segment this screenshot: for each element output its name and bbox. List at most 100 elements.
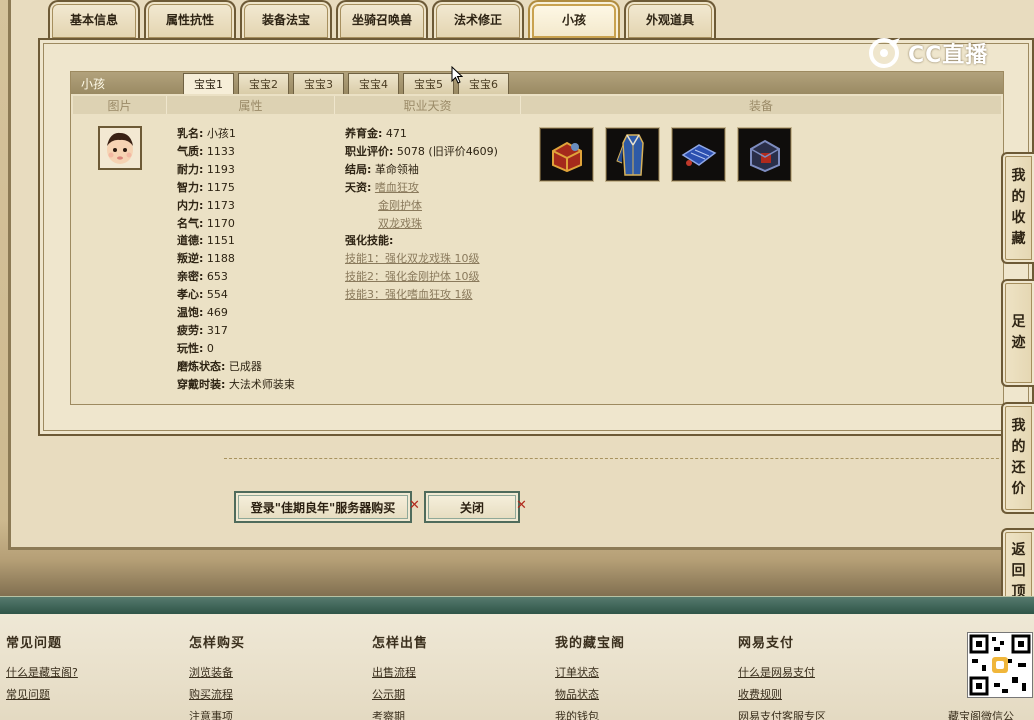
tab-spell-correction[interactable]: 法术修正 bbox=[432, 0, 524, 40]
footer-link[interactable]: 收费规则 bbox=[738, 684, 826, 706]
attr-label: 乳名: bbox=[177, 127, 204, 140]
tab-baby-4[interactable]: 宝宝4 bbox=[348, 73, 399, 94]
attr-label: 穿戴时装: bbox=[177, 377, 226, 391]
career-talent-list: 养育金: 471 职业评价: 5078 (旧评价4609) 结局: 革命领袖 天… bbox=[345, 125, 498, 304]
equipment-slot-4[interactable] bbox=[738, 128, 791, 181]
career-score-label: 职业评价: bbox=[345, 144, 394, 158]
attr-value: 小孩1 bbox=[206, 127, 236, 140]
equipment-slot-1[interactable] bbox=[540, 128, 593, 181]
attr-label: 内力: bbox=[177, 198, 204, 212]
skill-link-3[interactable]: 技能3：强化嗜血狂攻 1级 bbox=[345, 288, 473, 301]
attr-label: 疲劳: bbox=[177, 323, 204, 337]
equipment-slot-3[interactable] bbox=[672, 128, 725, 181]
talent-row: 双龙戏珠 bbox=[345, 215, 498, 233]
skill-link-2[interactable]: 技能2：强化金刚护体 10级 bbox=[345, 270, 480, 283]
attr-label: 孝心: bbox=[177, 288, 204, 302]
attr-value: 554 bbox=[206, 288, 228, 302]
cc-logo-icon bbox=[869, 38, 900, 68]
tab-kid[interactable]: 小孩 bbox=[528, 0, 620, 40]
ending-row: 结局: 革命领袖 bbox=[345, 161, 498, 179]
skill-link-1[interactable]: 技能1：强化双龙戏珠 10级 bbox=[345, 252, 480, 265]
attr-value: 469 bbox=[206, 306, 228, 320]
attr-row: 疲劳: 317 bbox=[177, 322, 295, 340]
footer-link[interactable]: 注意事项 bbox=[189, 706, 245, 720]
login-server-buy-button[interactable]: 登录"佳期良年"服务器购买 bbox=[234, 491, 412, 523]
tab-baby-2[interactable]: 宝宝2 bbox=[238, 73, 289, 94]
skill-row: 技能2：强化金刚护体 10级 bbox=[345, 268, 498, 286]
skill-row: 技能1：强化双龙戏珠 10级 bbox=[345, 250, 498, 268]
raising-label: 养育金: bbox=[345, 127, 383, 140]
attr-label: 温饱: bbox=[177, 306, 204, 320]
footprints-button[interactable]: 足迹 bbox=[1001, 279, 1034, 387]
footer-link[interactable]: 物品状态 bbox=[555, 684, 625, 706]
attr-label: 叛逆: bbox=[177, 252, 204, 266]
tab-baby-1[interactable]: 宝宝1 bbox=[183, 73, 234, 94]
attr-row: 智力: 1175 bbox=[177, 179, 295, 197]
attr-label: 玩性: bbox=[177, 341, 204, 355]
footer-link[interactable]: 购买流程 bbox=[189, 684, 245, 706]
equipment-row bbox=[540, 128, 791, 181]
footer-link[interactable]: 考察期 bbox=[372, 706, 428, 720]
tab-mount-summon[interactable]: 坐骑召唤兽 bbox=[336, 0, 428, 40]
my-offers-button[interactable]: 我的还价 bbox=[1001, 402, 1034, 514]
equipment-slot-2[interactable] bbox=[606, 128, 659, 181]
attr-label: 耐力: bbox=[177, 162, 204, 176]
close-x-icon: ✕ bbox=[516, 498, 527, 513]
attr-row: 气质: 1133 bbox=[177, 143, 295, 161]
tab-appearance-items[interactable]: 外观道具 bbox=[624, 0, 716, 40]
footer-link[interactable]: 出售流程 bbox=[372, 662, 428, 684]
tab-baby-3[interactable]: 宝宝3 bbox=[293, 73, 344, 94]
ending-label: 结局: bbox=[345, 162, 372, 176]
column-header-attributes: 属性 bbox=[167, 96, 335, 114]
footer-link[interactable]: 什么是藏宝阁? bbox=[6, 662, 78, 684]
talent-row: 天资: 嗜血狂攻 bbox=[345, 179, 498, 197]
side-button-char: 我 bbox=[1011, 418, 1026, 434]
my-favorites-button[interactable]: 我的收藏 bbox=[1001, 152, 1034, 264]
tab-baby-6[interactable]: 宝宝6 bbox=[458, 73, 509, 94]
footer-link[interactable]: 网易支付客服专区 bbox=[738, 706, 826, 720]
attr-value: 317 bbox=[206, 323, 228, 337]
footer-column-title: 常见问题 bbox=[6, 636, 63, 651]
attr-row: 耐力: 1193 bbox=[177, 161, 295, 179]
side-button-char: 收 bbox=[1011, 210, 1026, 226]
footer-link[interactable]: 公示期 bbox=[372, 684, 428, 706]
footer-column-my-cbg: 我的藏宝阁 订单状态 物品状态 我的钱包 bbox=[555, 632, 625, 720]
wechat-caption: 藏宝阁微信公 bbox=[948, 710, 1014, 720]
footer-column-how-to-buy: 怎样购买 浏览装备 购买流程 注意事项 bbox=[189, 632, 245, 720]
close-x-icon: ✕ bbox=[409, 498, 420, 513]
talent-link-2[interactable]: 金刚护体 bbox=[378, 199, 422, 212]
talent-link-3[interactable]: 双龙戏珠 bbox=[378, 217, 422, 230]
footer-divider-bar bbox=[0, 596, 1034, 614]
wechat-qr-code-icon bbox=[967, 632, 1033, 698]
attr-label: 智力: bbox=[177, 180, 204, 194]
footer-link[interactable]: 什么是网易支付 bbox=[738, 662, 826, 684]
attr-value: 1173 bbox=[206, 198, 235, 212]
footer-column-how-to-sell: 怎样出售 出售流程 公示期 考察期 bbox=[372, 632, 428, 720]
attr-value: 1188 bbox=[206, 252, 235, 266]
tab-equipment-treasure[interactable]: 装备法宝 bbox=[240, 0, 332, 40]
side-button-char: 藏 bbox=[1011, 231, 1026, 247]
cc-live-logo: CC直播 bbox=[866, 36, 988, 70]
attr-row: 玩性: 0 bbox=[177, 340, 295, 358]
tab-attribute-resist[interactable]: 属性抗性 bbox=[144, 0, 236, 40]
attr-row: 亲密: 653 bbox=[177, 268, 295, 286]
skills-header-row: 强化技能: bbox=[345, 232, 498, 250]
footer-link[interactable]: 常见问题 bbox=[6, 684, 78, 706]
raising-value: 471 bbox=[385, 127, 407, 140]
talent-link-1[interactable]: 嗜血狂攻 bbox=[375, 181, 419, 194]
footer-link[interactable]: 浏览装备 bbox=[189, 662, 245, 684]
tab-basic-info[interactable]: 基本信息 bbox=[48, 0, 140, 40]
attr-label: 磨炼状态: bbox=[177, 359, 226, 373]
attr-value: 1133 bbox=[206, 144, 235, 158]
attr-value: 653 bbox=[206, 270, 228, 284]
tab-baby-5[interactable]: 宝宝5 bbox=[403, 73, 454, 94]
attr-value: 1151 bbox=[206, 234, 235, 248]
attr-row: 名气: 1170 bbox=[177, 215, 295, 233]
close-button[interactable]: 关闭 bbox=[424, 491, 520, 523]
footer-link[interactable]: 我的钱包 bbox=[555, 706, 625, 720]
red-treasure-chest-icon bbox=[551, 141, 582, 172]
side-button-char: 的 bbox=[1011, 189, 1026, 205]
raising-row: 养育金: 471 bbox=[345, 125, 498, 143]
footer-link[interactable]: 订单状态 bbox=[555, 662, 625, 684]
talent-label: 天资: bbox=[345, 180, 372, 194]
